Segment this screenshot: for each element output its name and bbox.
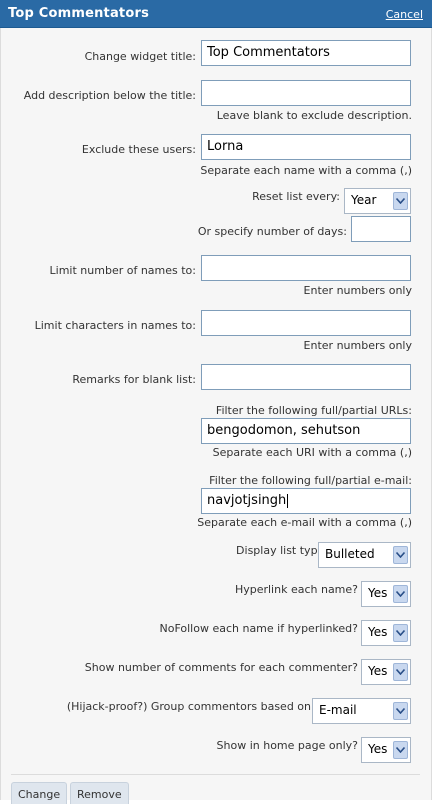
chevron-down-icon — [393, 192, 408, 210]
num-days-input[interactable] — [351, 216, 411, 242]
chevron-down-icon — [393, 585, 408, 603]
show-count-value: Yes — [368, 664, 388, 678]
filter-urls-input[interactable]: bengodomon, sehutson — [201, 418, 411, 444]
description-hint: Leave blank to exclude description. — [216, 109, 412, 122]
hyperlink-value: Yes — [368, 586, 388, 600]
nofollow-select[interactable]: Yes — [361, 620, 411, 646]
limit-chars-input[interactable] — [201, 310, 411, 336]
exclude-users-hint: Separate each name with a comma (,) — [200, 164, 412, 177]
nofollow-label: NoFollow each name if hyperlinked? — [159, 622, 358, 635]
home-only-label: Show in home page only? — [216, 739, 358, 752]
change-button[interactable]: Change — [11, 782, 68, 804]
widget-title: Top Commentators — [8, 6, 150, 21]
filter-email-input[interactable]: navjotjsingh — [201, 488, 411, 514]
remarks-label: Remarks for blank list: — [72, 373, 196, 386]
group-by-label: (Hijack-proof?) Group commentors based o… — [66, 700, 311, 713]
chevron-down-icon — [393, 546, 408, 564]
limit-chars-label: Limit characters in names to: — [34, 319, 196, 332]
remove-button[interactable]: Remove — [70, 782, 129, 804]
nofollow-value: Yes — [368, 625, 388, 639]
list-type-select[interactable]: Bulleted — [318, 542, 411, 568]
list-type-value: Bulleted — [325, 547, 375, 561]
remarks-input[interactable] — [201, 364, 411, 390]
limit-names-label: Limit number of names to: — [49, 264, 196, 277]
chevron-down-icon — [393, 624, 408, 642]
exclude-users-input[interactable]: Lorna — [201, 134, 411, 160]
group-by-select[interactable]: E-mail — [312, 698, 411, 724]
home-only-select[interactable]: Yes — [361, 737, 411, 763]
limit-names-input[interactable] — [201, 255, 411, 281]
reset-list-label: Reset list every: — [252, 190, 340, 203]
exclude-users-label: Exclude these users: — [81, 143, 196, 156]
num-days-label: Or specify number of days: — [197, 225, 347, 238]
home-only-value: Yes — [368, 742, 388, 756]
hyperlink-label: Hyperlink each name? — [234, 583, 358, 596]
show-count-label: Show number of comments for each comment… — [84, 661, 358, 674]
limit-chars-hint: Enter numbers only — [303, 339, 412, 352]
description-input[interactable] — [201, 80, 411, 106]
show-count-select[interactable]: Yes — [361, 659, 411, 685]
hyperlink-select[interactable]: Yes — [361, 581, 411, 607]
widget-titlebar: Top Commentators Cancel — [0, 0, 432, 28]
filter-email-label: Filter the following full/partial e-mail… — [209, 474, 412, 487]
filter-urls-label: Filter the following full/partial URLs: — [215, 404, 412, 417]
widget-title-input[interactable]: Top Commentators — [201, 40, 411, 66]
group-by-value: E-mail — [319, 703, 357, 717]
description-label: Add description below the title: — [23, 89, 196, 102]
cancel-link[interactable]: Cancel — [386, 8, 423, 21]
limit-names-hint: Enter numbers only — [303, 284, 412, 297]
divider — [11, 774, 420, 775]
reset-list-value: Year — [351, 193, 377, 207]
chevron-down-icon — [393, 663, 408, 681]
filter-urls-hint: Separate each URI with a comma (,) — [212, 446, 412, 459]
text-cursor — [287, 493, 289, 508]
chevron-down-icon — [393, 702, 408, 720]
filter-email-value: navjotjsingh — [207, 493, 287, 508]
widget-title-label: Change widget title: — [84, 50, 196, 63]
chevron-down-icon — [393, 741, 408, 759]
reset-list-select[interactable]: Year — [344, 188, 411, 214]
filter-email-hint: Separate each e-mail with a comma (,) — [197, 516, 412, 529]
